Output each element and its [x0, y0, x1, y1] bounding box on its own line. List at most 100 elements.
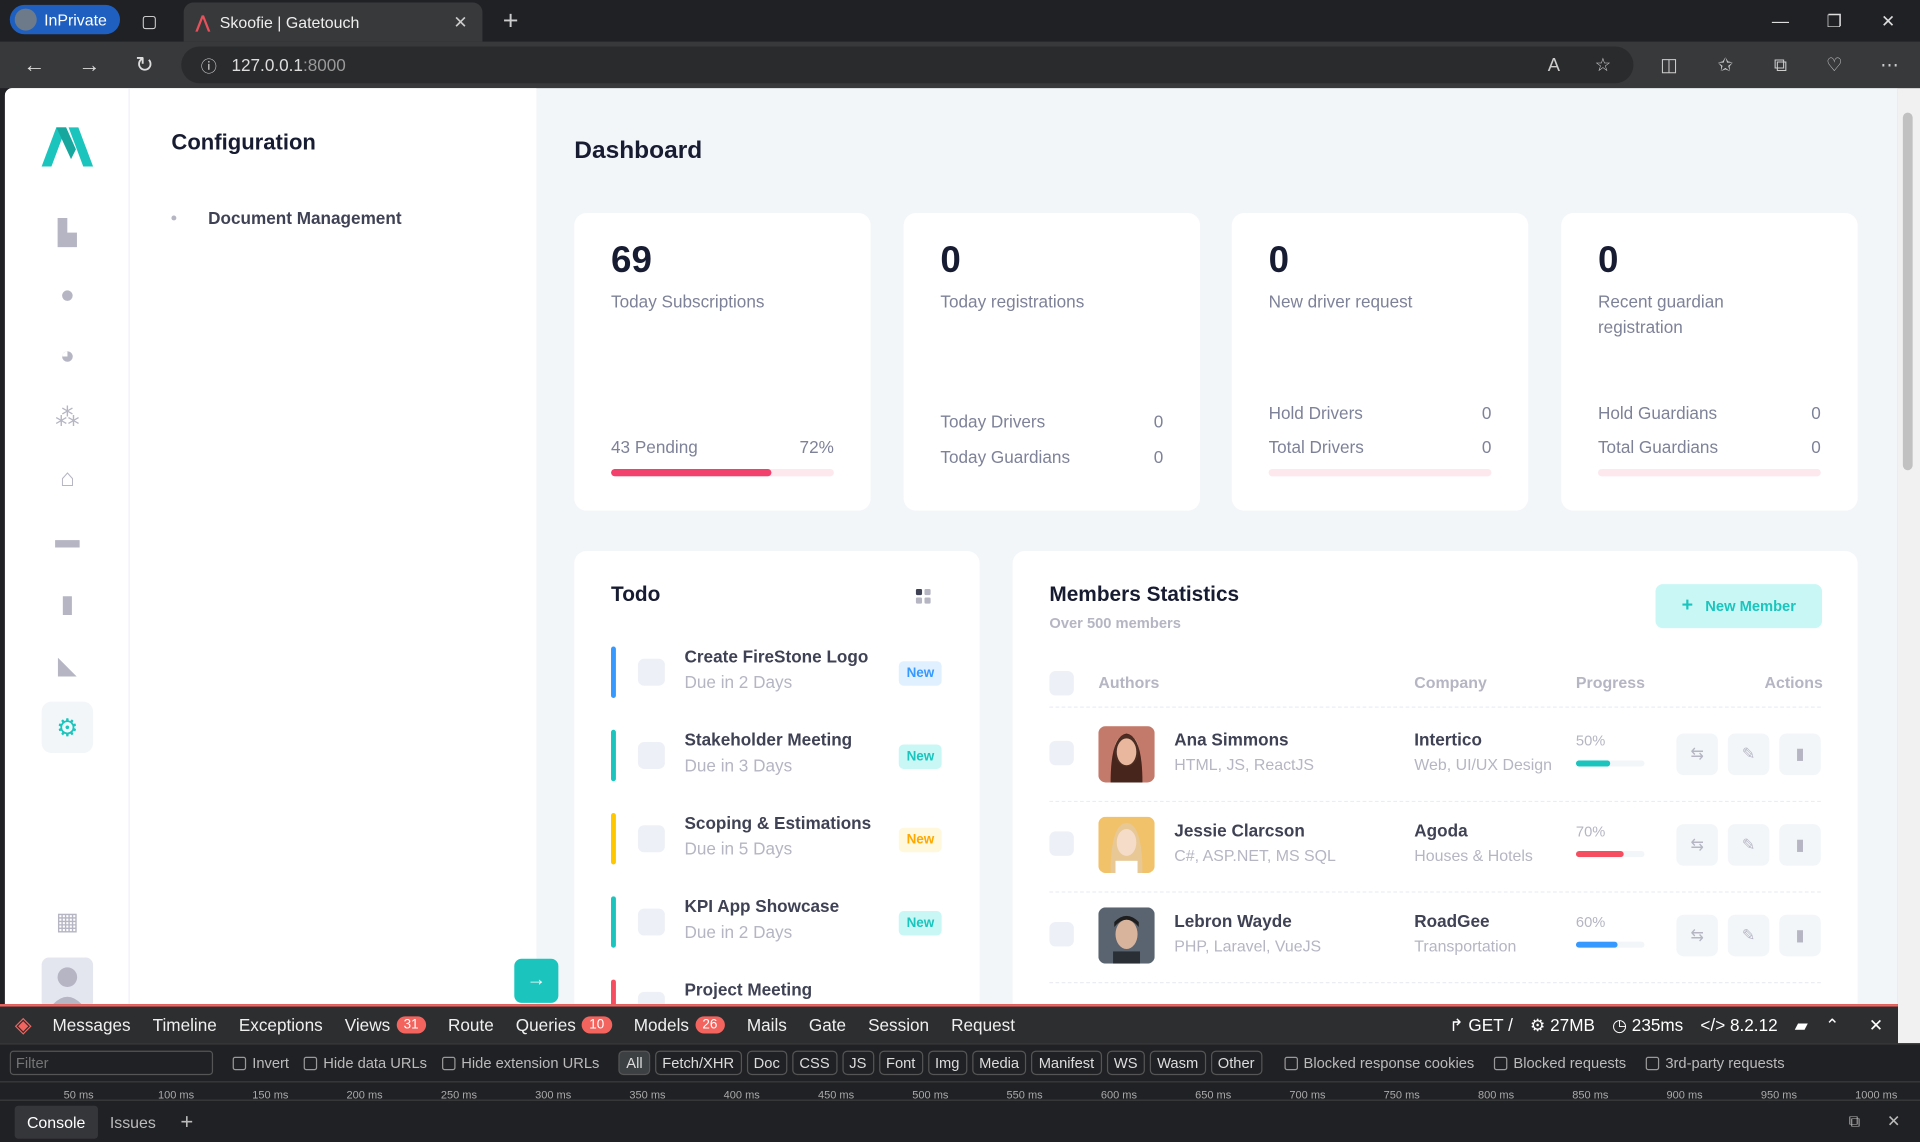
chevron-up-icon[interactable]: ⌃: [1825, 1014, 1839, 1035]
tab-issues[interactable]: Issues: [98, 1105, 169, 1138]
add-tab-icon[interactable]: +: [168, 1101, 205, 1141]
checkbox-invert[interactable]: Invert: [232, 1054, 289, 1071]
dock-icon[interactable]: ⧉: [1849, 1112, 1860, 1132]
type-filter-font[interactable]: Font: [878, 1050, 923, 1076]
edit-pencil-icon[interactable]: ✎: [1727, 914, 1770, 957]
read-aloud-icon[interactable]: A: [1538, 49, 1570, 81]
debugbar-tab-gate[interactable]: Gate: [798, 1015, 857, 1035]
close-icon[interactable]: ✕: [1869, 1014, 1883, 1035]
card-icon[interactable]: ▬: [42, 514, 93, 565]
row-checkbox[interactable]: [1049, 922, 1074, 947]
stat-label: Today registrations: [940, 291, 1085, 312]
menu-item-document-management[interactable]: Document Management: [171, 208, 402, 228]
type-filter-doc[interactable]: Doc: [746, 1050, 788, 1076]
type-filter-manifest[interactable]: Manifest: [1031, 1050, 1102, 1076]
tab-actions-icon[interactable]: ▢: [132, 7, 166, 34]
browser-tab[interactable]: ⋀ Skoofie | Gatetouch ✕: [183, 2, 483, 42]
debugbar-tab-messages[interactable]: Messages: [41, 1015, 141, 1035]
checkbox-hide-extension-urls[interactable]: Hide extension URLs: [441, 1054, 599, 1071]
debugbar-tab-route[interactable]: Route: [437, 1015, 505, 1035]
address-bar[interactable]: ⓘ 127.0.0.1:8000: [181, 46, 1634, 84]
bar-chart-icon[interactable]: ▮: [42, 578, 93, 629]
type-filter-media[interactable]: Media: [971, 1050, 1027, 1076]
edit-pencil-icon[interactable]: ✎: [1727, 733, 1770, 776]
type-filter-other[interactable]: Other: [1210, 1050, 1262, 1076]
todo-checkbox[interactable]: [637, 658, 665, 686]
institution-icon[interactable]: ⌂: [42, 453, 93, 504]
todo-checkbox[interactable]: [637, 991, 665, 1005]
select-all-checkbox[interactable]: [1049, 671, 1074, 696]
debugbar-tab-mails[interactable]: Mails: [736, 1015, 798, 1035]
menu-grid-icon[interactable]: [915, 588, 932, 605]
toggle-icon[interactable]: ⇆: [1676, 733, 1718, 776]
todo-checkbox[interactable]: [637, 742, 665, 769]
browser-essentials-icon[interactable]: ♡: [1818, 49, 1850, 81]
scrollbar-thumb[interactable]: [1902, 112, 1913, 471]
app-logo[interactable]: [39, 125, 95, 175]
checkbox-3rd-party-requests[interactable]: 3rd-party requests: [1645, 1054, 1785, 1071]
split-screen-icon[interactable]: ◫: [1653, 49, 1685, 81]
checkbox-blocked-requests[interactable]: Blocked requests: [1493, 1054, 1626, 1071]
type-filter-css[interactable]: CSS: [792, 1050, 837, 1076]
type-filter-ws[interactable]: WS: [1106, 1050, 1145, 1076]
apps-grid-icon[interactable]: ▦: [42, 895, 93, 946]
minimize-button[interactable]: —: [1756, 5, 1805, 37]
todo-checkbox[interactable]: [637, 908, 665, 936]
folder-open-icon[interactable]: ▰: [1795, 1014, 1808, 1035]
debugbar-tab-views[interactable]: Views 31: [334, 1015, 437, 1035]
checkbox-hide-data-urls[interactable]: Hide data URLs: [303, 1054, 427, 1071]
back-icon[interactable]: ←: [17, 49, 51, 81]
close-tab-icon[interactable]: ✕: [453, 12, 467, 33]
toggle-icon[interactable]: ⇆: [1676, 824, 1718, 866]
filter-input[interactable]: [9, 1050, 214, 1076]
close-drawer-icon[interactable]: ✕: [1887, 1112, 1900, 1132]
request-method[interactable]: ↱ GET /: [1449, 1014, 1513, 1035]
toggle-sidebar-button[interactable]: →: [514, 958, 559, 1003]
timeline-tick: 650 ms: [1195, 1088, 1232, 1101]
debugbar-tab-session[interactable]: Session: [857, 1015, 940, 1035]
laravel-logo-icon[interactable]: ◈: [15, 1012, 32, 1038]
close-window-button[interactable]: ✕: [1864, 5, 1913, 37]
debugbar-tab-models[interactable]: Models 26: [623, 1015, 736, 1035]
row-checkbox[interactable]: [1049, 740, 1074, 766]
delete-trash-icon[interactable]: ▮: [1779, 733, 1821, 776]
tab-console[interactable]: Console: [14, 1105, 98, 1139]
new-tab-button[interactable]: +: [495, 5, 527, 37]
delete-trash-icon[interactable]: ▮: [1779, 824, 1821, 866]
inprivate-button[interactable]: InPrivate: [9, 4, 121, 35]
timeline-tick: 350 ms: [629, 1088, 666, 1101]
todo-item: Project Meeting: [611, 979, 954, 1005]
type-filter-img[interactable]: Img: [927, 1050, 967, 1076]
user-icon[interactable]: ●: [42, 269, 93, 320]
delete-trash-icon[interactable]: ▮: [1779, 914, 1821, 957]
row-checkbox[interactable]: [1049, 831, 1074, 856]
driver-icon[interactable]: ◕: [42, 331, 93, 382]
debugbar-tab-exceptions[interactable]: Exceptions: [228, 1015, 334, 1035]
new-member-button[interactable]: + New Member: [1655, 584, 1823, 629]
user-avatar[interactable]: [41, 957, 94, 1005]
documents-icon[interactable]: ▙: [42, 207, 93, 258]
type-filter-fetch-xhr[interactable]: Fetch/XHR: [654, 1050, 742, 1076]
todo-checkbox[interactable]: [637, 825, 665, 853]
debugbar-tab-timeline[interactable]: Timeline: [142, 1015, 228, 1035]
settings-icon[interactable]: ⚙: [41, 701, 94, 754]
group-icon[interactable]: ⁂: [42, 392, 93, 443]
checkbox-blocked-response-cookies[interactable]: Blocked response cookies: [1283, 1054, 1474, 1071]
debugbar-tab-request[interactable]: Request: [940, 1015, 1026, 1035]
collections-icon[interactable]: ⧉: [1764, 49, 1796, 81]
site-info-icon[interactable]: ⓘ: [201, 53, 217, 76]
page-scrollbar[interactable]: [1897, 88, 1920, 1044]
maximize-button[interactable]: ❐: [1810, 5, 1859, 37]
type-filter-js[interactable]: JS: [841, 1050, 874, 1076]
area-chart-icon[interactable]: ◣: [42, 639, 93, 690]
favorite-star-icon[interactable]: ☆: [1587, 49, 1619, 81]
favorites-icon[interactable]: ✩: [1709, 49, 1741, 81]
refresh-icon[interactable]: ↻: [127, 49, 161, 81]
type-filter-all[interactable]: All: [618, 1050, 650, 1076]
debugbar-tab-queries[interactable]: Queries 10: [505, 1015, 623, 1035]
toggle-icon[interactable]: ⇆: [1676, 914, 1718, 957]
type-filter-wasm[interactable]: Wasm: [1149, 1050, 1206, 1076]
more-menu-icon[interactable]: ⋯: [1873, 49, 1905, 81]
forward-icon[interactable]: →: [72, 49, 106, 81]
edit-pencil-icon[interactable]: ✎: [1727, 824, 1770, 866]
